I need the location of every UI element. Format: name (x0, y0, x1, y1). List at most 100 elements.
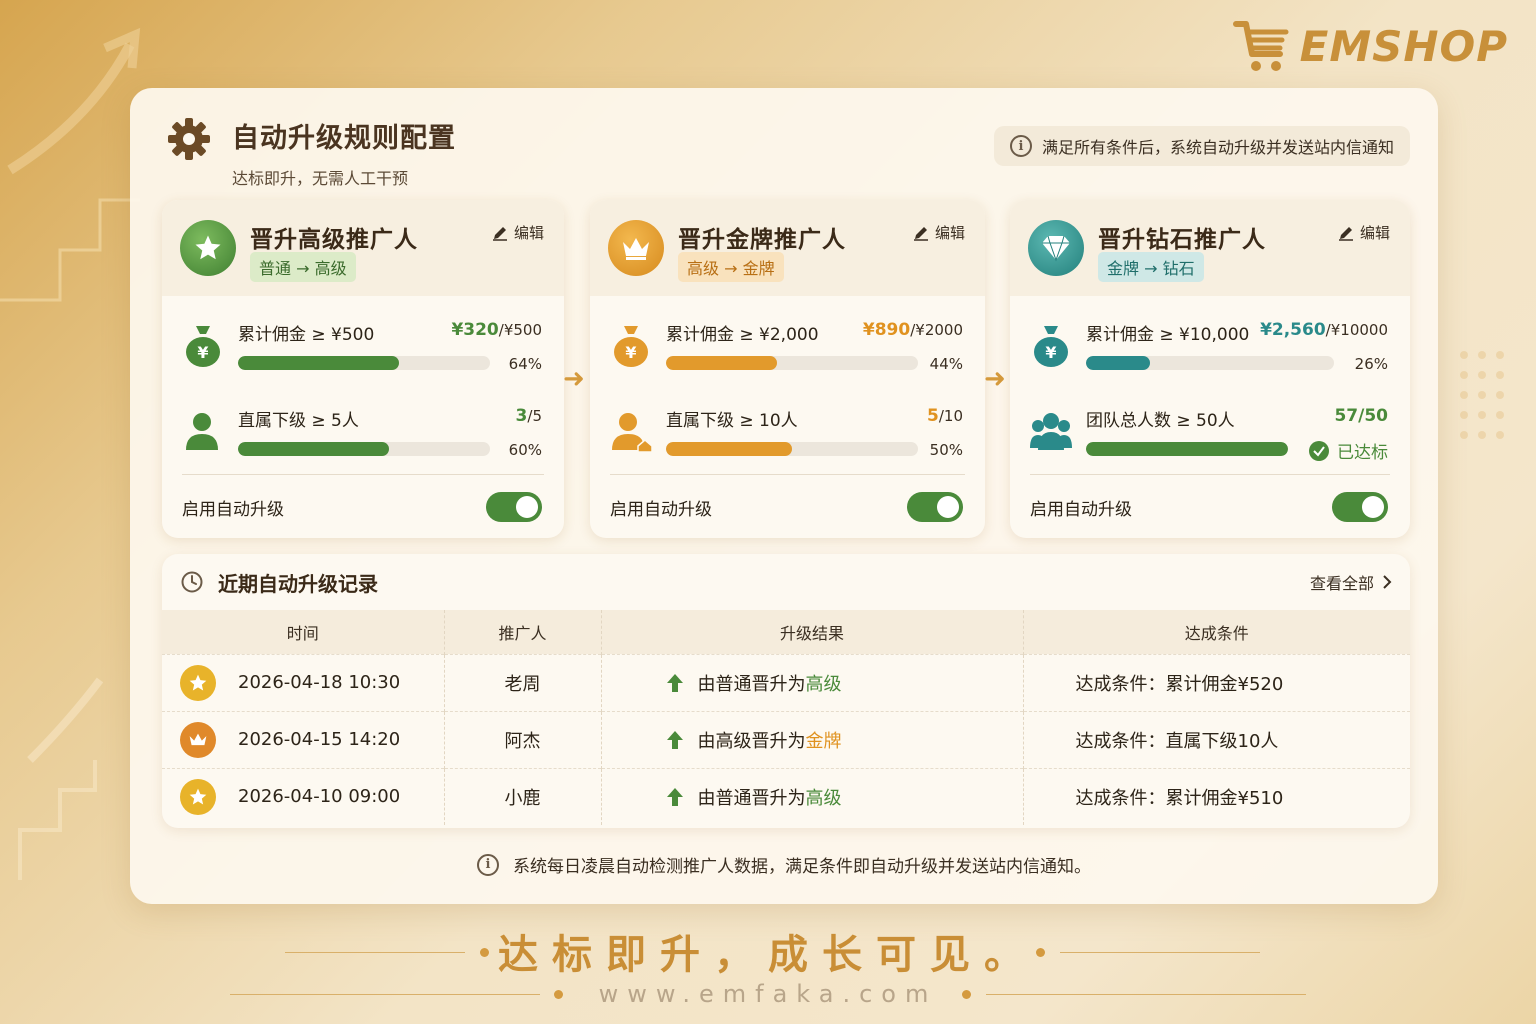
condition-value: ¥890/¥2000 (863, 320, 963, 340)
info-icon: i (477, 853, 499, 876)
result-level: 高级 (805, 787, 842, 809)
brand-logo: EMSHOP (1232, 18, 1508, 74)
condition-total: /5 (527, 407, 542, 425)
history-icon (181, 571, 203, 593)
condition-label: 累计佣金 ≥ ¥2,000 (666, 325, 819, 345)
crown-badge-icon (608, 220, 664, 276)
edit-label: 编辑 (934, 224, 965, 242)
edit-button[interactable]: 编辑 (913, 222, 965, 243)
progress-bar (1086, 442, 1288, 456)
condition-current: ¥2,560 (1260, 320, 1326, 340)
condition-total: /¥10000 (1325, 321, 1388, 339)
edit-button[interactable]: 编辑 (492, 222, 544, 243)
upgrade-records-panel: 近期自动升级记录 查看全部 时间 推广人 升级结果 达成条件 2026-04-1… (162, 554, 1410, 828)
svg-text:¥: ¥ (197, 343, 208, 362)
record-time: 2026-04-15 14:20 (238, 729, 401, 750)
progress-bar (666, 442, 918, 456)
progress-percent: 64% (508, 355, 542, 373)
progress-bar (1086, 356, 1334, 370)
column-header: 时间 (162, 610, 445, 654)
condition-row: ¥ 累计佣金 ≥ ¥500 ¥320/¥500 64% (162, 306, 564, 386)
website-url[interactable]: www.emfaka.com (0, 980, 1536, 1008)
record-time: 2026-04-18 10:30 (238, 672, 401, 693)
progress-fill (666, 442, 792, 456)
condition-label: 累计佣金 ≥ ¥10,000 (1086, 325, 1250, 345)
column-header: 推广人 (444, 610, 602, 654)
page-header: 自动升级规则配置 达标即升，无需人工干预 (166, 116, 456, 189)
svg-text:¥: ¥ (625, 343, 636, 362)
auto-upgrade-toggle[interactable] (907, 492, 963, 522)
progress-bar (238, 442, 490, 456)
condition-value: ¥320/¥500 (451, 320, 542, 340)
toggle-label: 启用自动升级 (610, 499, 712, 520)
table-row[interactable]: 2026-04-10 09:00 小鹿 由普通晋升为高级 达成条件：累计佣金¥5… (162, 767, 1410, 825)
condition-row: 直属下级 ≥ 5人 3/5 60% (162, 392, 564, 472)
arrow-up-icon (666, 787, 683, 806)
result-text: 由普通晋升为 (697, 787, 806, 809)
page-title: 自动升级规则配置 (232, 123, 456, 154)
view-all-link[interactable]: 查看全部 (1310, 570, 1392, 594)
condition-total: /¥2000 (910, 321, 963, 339)
achieved-label: 已达标 (1337, 443, 1388, 463)
condition-row: ¥ 累计佣金 ≥ ¥2,000 ¥890/¥2000 44% (590, 306, 985, 386)
divider (182, 474, 544, 475)
toggle-label: 启用自动升级 (1030, 499, 1132, 520)
column-header: 升级结果 (601, 610, 1024, 654)
column-header: 达成条件 (1023, 610, 1410, 654)
auto-upgrade-toggle[interactable] (1332, 492, 1388, 522)
money-bag-icon: ¥ (614, 326, 648, 367)
condition-label: 直属下级 ≥ 10人 (666, 411, 798, 431)
progress-fill (238, 356, 400, 370)
condition-total: /¥500 (498, 321, 542, 339)
star-badge-icon (180, 220, 236, 276)
edit-label: 编辑 (513, 224, 544, 242)
info-icon: i (1009, 135, 1032, 157)
slogan: 达标即升，成长可见。 (498, 932, 1038, 978)
auto-upgrade-toggle-row: 启用自动升级 (610, 490, 963, 524)
progress-fill (238, 442, 390, 456)
edit-button[interactable]: 编辑 (1338, 222, 1390, 243)
table-row[interactable]: 2026-04-18 10:30 老周 由普通晋升为高级 达成条件：累计佣金¥5… (162, 653, 1410, 711)
condition-label: 团队总人数 ≥ 50人 (1086, 411, 1235, 431)
auto-upgrade-notice: i 满足所有条件后，系统自动升级并发送站内信通知 (993, 126, 1410, 166)
view-all-label: 查看全部 (1309, 574, 1374, 593)
condition-value: 5/10 (927, 406, 963, 426)
progress-fill (1086, 442, 1288, 456)
card-title: 晋升高级推广人 (250, 227, 418, 253)
star-medal-icon (180, 664, 216, 701)
record-time: 2026-04-10 09:00 (238, 786, 401, 808)
page-subtitle: 达标即升，无需人工干预 (232, 169, 409, 188)
edit-label: 编辑 (1359, 224, 1390, 242)
achieved-badge: 已达标 (1309, 438, 1388, 463)
progress-percent: 26% (1354, 355, 1388, 373)
records-heading: 近期自动升级记录 (180, 568, 378, 597)
condition-current: 3 (515, 406, 528, 426)
divider (610, 474, 965, 475)
progress-bar (238, 356, 490, 370)
progress-percent: 44% (929, 355, 963, 373)
records-title: 近期自动升级记录 (218, 571, 378, 596)
record-promoter: 小鹿 (444, 767, 602, 825)
rule-card-gold: 晋升金牌推广人 高级 → 金牌 编辑 ¥ 累计佣金 ≥ ¥2,000 ¥890/… (590, 200, 985, 538)
result-text: 由高级晋升为 (697, 730, 806, 752)
card-title: 晋升钻石推广人 (1098, 227, 1266, 253)
records-table: 时间 推广人 升级结果 达成条件 2026-04-18 10:30 老周 由普通… (162, 610, 1410, 825)
arrow-right-icon: ➜ (984, 364, 1006, 394)
auto-upgrade-toggle[interactable] (486, 492, 542, 522)
condition-row: 团队总人数 ≥ 50人 57/50 已达标 (1010, 392, 1410, 472)
pencil-icon (492, 226, 507, 241)
arrow-up-icon (666, 673, 683, 692)
table-row[interactable]: 2026-04-15 14:20 阿杰 由高级晋升为金牌 达成条件：直属下级10… (162, 710, 1410, 768)
team-icon (1030, 413, 1072, 450)
condition-value: 3/5 (516, 406, 542, 426)
condition-label: 直属下级 ≥ 5人 (238, 411, 359, 431)
record-condition: 达成条件：累计佣金¥510 (1023, 767, 1410, 825)
rule-card-diamond: 晋升钻石推广人 金牌 → 钻石 编辑 ¥ 累计佣金 ≥ ¥10,000 ¥2,5… (1010, 200, 1410, 538)
footer-note-text: 系统每日凌晨自动检测推广人数据，满足条件即自动升级并发送站内信通知。 (513, 857, 1091, 877)
condition-row: ¥ 累计佣金 ≥ ¥10,000 ¥2,560/¥10000 26% (1010, 306, 1410, 386)
cart-icon (1232, 21, 1289, 71)
pencil-icon (913, 226, 928, 241)
check-circle-icon (1309, 440, 1329, 461)
condition-label: 累计佣金 ≥ ¥500 (238, 325, 375, 345)
user-icon (186, 413, 218, 450)
